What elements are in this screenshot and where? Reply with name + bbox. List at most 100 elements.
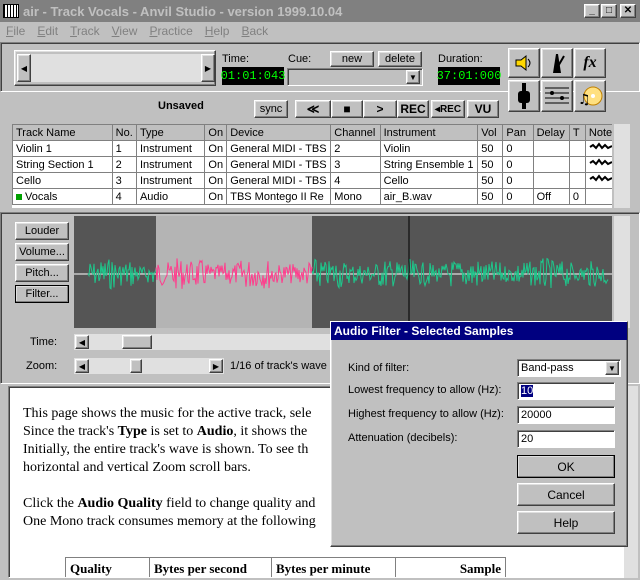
cue-dropdown-arrow[interactable]: ▼	[406, 70, 420, 84]
play-button[interactable]: >	[363, 100, 397, 118]
filter-button[interactable]: Filter...	[15, 285, 69, 303]
column-header[interactable]: On	[204, 124, 228, 141]
scroll-left-arrow[interactable]: ◀	[17, 54, 31, 82]
column-header[interactable]: Device	[226, 124, 332, 141]
column-header[interactable]: Vol	[477, 124, 504, 141]
volume-button[interactable]: Volume...	[15, 243, 69, 261]
time-scroll-thumb[interactable]	[122, 335, 152, 349]
track-cell-type[interactable]: Instrument	[135, 172, 206, 189]
track-cell-on[interactable]: On	[204, 156, 228, 173]
track-cell-pan[interactable]: 0	[502, 172, 534, 189]
track-cell-on[interactable]: On	[204, 188, 228, 205]
track-cell-t[interactable]	[568, 156, 586, 173]
cd-audio-icon[interactable]: ♫	[574, 80, 606, 112]
speaker-icon[interactable]	[508, 48, 540, 78]
menu-edit[interactable]: Edit	[37, 24, 58, 38]
waveform-vscroll[interactable]	[614, 216, 630, 328]
app-piano-icon[interactable]	[3, 4, 19, 18]
track-cell-device[interactable]: TBS Montego II Re	[226, 188, 332, 205]
track-cell-vol[interactable]: 50	[477, 140, 504, 157]
column-header[interactable]: Instrument	[379, 124, 479, 141]
attenuation-input[interactable]: 20	[517, 430, 615, 448]
track-cell-t[interactable]	[568, 172, 586, 189]
track-cell-vol[interactable]: 50	[477, 188, 504, 205]
vu-meter-button[interactable]: VU	[467, 100, 499, 118]
track-cell-instrument[interactable]: Violin	[379, 140, 479, 157]
column-header[interactable]: Notes	[584, 124, 612, 141]
close-button[interactable]: ✕	[620, 4, 636, 18]
track-cell-on[interactable]: On	[204, 172, 228, 189]
dialog-title[interactable]: Audio Filter - Selected Samples	[331, 322, 627, 340]
track-cell-t[interactable]: 0	[568, 188, 586, 205]
track-cell-channel[interactable]: Mono	[330, 188, 381, 205]
pitch-button[interactable]: Pitch...	[15, 264, 69, 282]
track-cell-pan[interactable]: 0	[502, 156, 534, 173]
track-cell-pan[interactable]: 0	[502, 188, 534, 205]
track-cell-name[interactable]: String Section 1	[12, 156, 113, 173]
cue-new-button[interactable]: new	[330, 51, 374, 67]
maximize-button[interactable]: □	[601, 4, 617, 18]
track-cell-instrument[interactable]: String Ensemble 1	[379, 156, 479, 173]
track-cell-instrument[interactable]: Cello	[379, 172, 479, 189]
track-grid-vscroll[interactable]	[614, 124, 630, 208]
rewind-button[interactable]: ≪	[295, 100, 331, 118]
track-cell-channel[interactable]: 2	[330, 140, 381, 157]
rerecord-button[interactable]: ◂REC	[431, 100, 465, 118]
zoom-scroll-thumb[interactable]	[130, 359, 142, 373]
menu-view[interactable]: View	[112, 24, 138, 38]
track-cell-delay[interactable]	[532, 156, 570, 173]
track-cell-pan[interactable]: 0	[502, 140, 534, 157]
column-header[interactable]: Delay	[532, 124, 570, 141]
column-header[interactable]: Pan	[502, 124, 534, 141]
metronome-icon[interactable]	[541, 48, 573, 78]
louder-button[interactable]: Louder	[15, 222, 69, 240]
track-row[interactable]: Cello 3 Instrument On General MIDI - TBS 4 Cel…	[12, 172, 612, 189]
track-cell-delay[interactable]: Off	[532, 188, 570, 205]
track-cell-name[interactable]: Violin 1	[12, 140, 113, 157]
menu-file[interactable]: File	[6, 24, 25, 38]
effects-fx-icon[interactable]: fx	[574, 48, 606, 78]
time-scroll-left-arrow[interactable]: ◀	[75, 335, 89, 349]
zoom-left-arrow[interactable]: ◀	[75, 359, 89, 373]
zoom-right-arrow[interactable]: ▶	[209, 359, 223, 373]
lowest-frequency-input[interactable]: 10	[517, 382, 615, 400]
track-cell-type[interactable]: Instrument	[135, 140, 206, 157]
position-scroll-track[interactable]	[31, 54, 201, 82]
track-cell-device[interactable]: General MIDI - TBS	[226, 172, 332, 189]
menu-back[interactable]: Back	[241, 24, 268, 38]
column-header[interactable]: Channel	[330, 124, 381, 141]
menu-practice[interactable]: Practice	[149, 24, 192, 38]
track-row[interactable]: Vocals 4 Audio On TBS Montego II Re Mono air_B…	[12, 188, 612, 205]
menu-help[interactable]: Help	[205, 24, 230, 38]
stop-button[interactable]: ■	[331, 100, 363, 118]
track-cell-device[interactable]: General MIDI - TBS	[226, 156, 332, 173]
title-bar[interactable]: air - Track Vocals - Anvil Studio - vers…	[0, 0, 640, 22]
track-cell-delay[interactable]	[532, 140, 570, 157]
track-cell-no[interactable]: 2	[111, 156, 137, 173]
sync-button[interactable]: sync	[254, 100, 288, 118]
column-header[interactable]: Type	[135, 124, 206, 141]
track-cell-instrument[interactable]: air_B.wav	[379, 188, 479, 205]
column-header[interactable]: No.	[111, 124, 137, 141]
track-cell-type[interactable]: Instrument	[135, 156, 206, 173]
column-header[interactable]: Track Name	[12, 124, 113, 141]
track-cell-name[interactable]: Vocals	[12, 188, 113, 205]
track-cell-channel[interactable]: 3	[330, 156, 381, 173]
track-cell-delay[interactable]	[532, 172, 570, 189]
track-cell-no[interactable]: 1	[111, 140, 137, 157]
ok-button[interactable]: OK	[517, 455, 615, 478]
track-cell-type[interactable]: Audio	[135, 188, 206, 205]
help-button[interactable]: Help	[517, 511, 615, 534]
track-cell-no[interactable]: 3	[111, 172, 137, 189]
menu-track[interactable]: Track	[70, 24, 100, 38]
cue-select[interactable]	[287, 68, 423, 86]
staff-notation-icon[interactable]	[541, 80, 573, 112]
filter-kind-dropdown-arrow[interactable]: ▼	[605, 361, 619, 375]
mixer-knob-icon[interactable]	[508, 80, 540, 112]
minimize-button[interactable]: _	[584, 4, 600, 18]
track-cell-vol[interactable]: 50	[477, 156, 504, 173]
track-cell-on[interactable]: On	[204, 140, 228, 157]
zoom-scrollbar[interactable]	[74, 358, 224, 374]
track-cell-vol[interactable]: 50	[477, 172, 504, 189]
track-row[interactable]: Violin 1 1 Instrument On General MIDI - TBS 2…	[12, 140, 612, 157]
